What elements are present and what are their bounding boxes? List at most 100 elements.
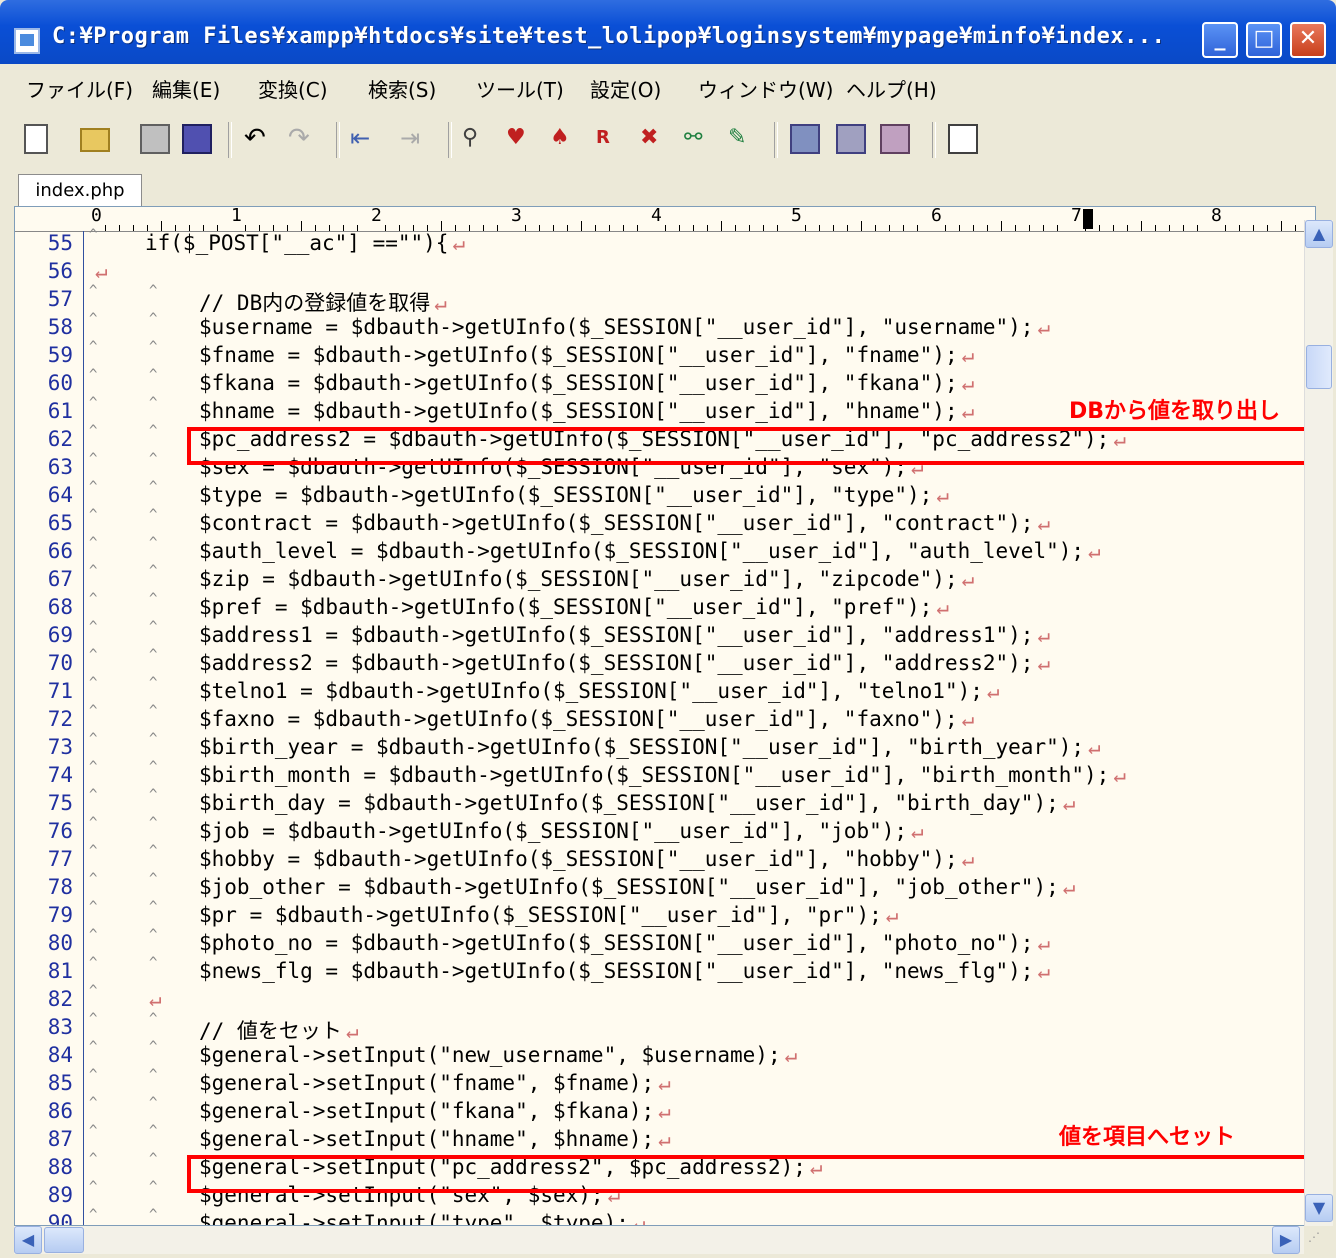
code-text: ↵: [91, 259, 108, 283]
macro-run-icon[interactable]: [836, 124, 866, 154]
find-next-icon[interactable]: ♠: [550, 124, 580, 154]
code-line[interactable]: 78 ^ ^ $job_other = $dbauth->getUInfo($_SES…: [15, 871, 1305, 903]
annotation-set-value: 値を項目へセット: [1059, 1119, 1236, 1151]
new-file-icon[interactable]: [24, 124, 48, 154]
code-content: $username = $dbauth->getUInfo($_SESSION[…: [199, 315, 1034, 339]
code-line[interactable]: 90 ^ ^ $general->setInput("type", $type); ↵: [15, 1207, 1305, 1226]
compare-icon[interactable]: ⚯: [684, 124, 714, 154]
code-line[interactable]: 82 ^ ↵: [15, 983, 1305, 1015]
code-line[interactable]: 80 ^ ^ $photo_no = $dbauth->getUInfo($_SESS…: [15, 927, 1305, 959]
save-icon[interactable]: [140, 124, 170, 154]
tab-marker-icon: ^: [149, 367, 158, 383]
maximize-button[interactable]: □: [1246, 22, 1282, 58]
code-content: $birth_year = $dbauth->getUInfo($_SESSIO…: [199, 735, 1085, 759]
code-line[interactable]: 68 ^ ^ $pref = $dbauth->getUInfo($_SESSION[…: [15, 591, 1305, 623]
menu-help[interactable]: ヘルプ(H): [846, 74, 937, 103]
jump-forward-icon[interactable]: ⇥: [400, 124, 430, 154]
code-content: $hobby = $dbauth->getUInfo($_SESSION["__…: [199, 847, 958, 871]
vertical-scroll-thumb[interactable]: [1306, 345, 1332, 389]
menu-search[interactable]: 検索(S): [368, 74, 436, 103]
horizontal-scroll-thumb[interactable]: [44, 1227, 84, 1253]
properties-icon[interactable]: [948, 124, 978, 154]
code-line[interactable]: 75 ^ ^ $birth_day = $dbauth->getUInfo($_SES…: [15, 787, 1305, 819]
replace-icon[interactable]: R: [596, 124, 626, 154]
line-number: 76: [47, 819, 73, 843]
menu-edit[interactable]: 編集(E): [152, 74, 220, 103]
line-number: 90: [47, 1211, 73, 1226]
code-line[interactable]: 65 ^ ^ $contract = $dbauth->getUInfo($_SESS…: [15, 507, 1305, 539]
tab-index-php[interactable]: index.php: [18, 174, 142, 208]
code-line[interactable]: 57 ^ ^ // DB内の登録値を取得 ↵: [15, 283, 1305, 315]
mark-icon[interactable]: ✎: [728, 124, 758, 154]
line-break-icon: ↵: [345, 1019, 359, 1043]
jump-back-icon[interactable]: ⇤: [350, 124, 380, 154]
code-line[interactable]: 70 ^ ^ $address2 = $dbauth->getUInfo($_SESS…: [15, 647, 1305, 679]
line-number: 81: [47, 959, 73, 983]
code-line[interactable]: 71 ^ ^ $telno1 = $dbauth->getUInfo($_SESSIO…: [15, 675, 1305, 707]
menu-window[interactable]: ウィンドウ(W): [698, 74, 833, 103]
grep-icon[interactable]: ✖: [640, 124, 670, 154]
code-line[interactable]: 55 ^ if($_POST["__ac"] ==""){↵: [15, 227, 1305, 259]
scroll-left-button[interactable]: ◀: [14, 1226, 42, 1254]
scroll-down-button[interactable]: ▼: [1305, 1194, 1333, 1222]
close-button[interactable]: ✕: [1290, 22, 1326, 58]
code-text: $pr = $dbauth->getUInfo($_SESSION["__use…: [199, 903, 898, 927]
line-break-icon: ↵: [1037, 959, 1051, 983]
tab-marker-icon: ^: [149, 619, 158, 635]
highlight-box-db-fetch: [187, 427, 1313, 465]
menu-convert[interactable]: 変換(C): [258, 74, 328, 103]
undo-icon[interactable]: ↶: [244, 124, 274, 154]
tab-marker-icon: ^: [149, 479, 158, 495]
horizontal-scrollbar[interactable]: ◀ ▶: [14, 1226, 1304, 1254]
tab-marker-icon: ^: [149, 395, 158, 411]
vertical-scrollbar[interactable]: ▲ ▼: [1304, 220, 1333, 1226]
open-folder-icon[interactable]: [80, 128, 110, 152]
tab-marker-icon: ^: [149, 339, 158, 355]
line-number: 65: [47, 511, 73, 535]
line-number: 66: [47, 539, 73, 563]
code-text: if($_POST["__ac"] ==""){↵: [145, 231, 465, 255]
code-line[interactable]: 77 ^ ^ $hobby = $dbauth->getUInfo($_SESSION…: [15, 843, 1305, 875]
save-all-icon[interactable]: [182, 124, 212, 154]
scroll-right-button[interactable]: ▶: [1272, 1226, 1300, 1254]
code-line[interactable]: 81 ^ ^ $news_flg = $dbauth->getUInfo($_SESS…: [15, 955, 1305, 987]
code-line[interactable]: 67 ^ ^ $zip = $dbauth->getUInfo($_SESSION["…: [15, 563, 1305, 595]
macro-record-icon[interactable]: [790, 124, 820, 154]
tab-marker-icon: ^: [149, 731, 158, 747]
code-content: $fkana = $dbauth->getUInfo($_SESSION["__…: [199, 371, 958, 395]
macro-edit-icon[interactable]: [880, 124, 910, 154]
code-line[interactable]: 76 ^ ^ $job = $dbauth->getUInfo($_SESSION["…: [15, 815, 1305, 847]
code-line[interactable]: 64 ^ ^ $type = $dbauth->getUInfo($_SESSION[…: [15, 479, 1305, 511]
resize-grip-icon[interactable]: ⋰: [1308, 1230, 1332, 1254]
code-line[interactable]: 59 ^ ^ $fname = $dbauth->getUInfo($_SESSION…: [15, 339, 1305, 371]
tab-marker-icon: ^: [149, 563, 158, 579]
code-line[interactable]: 72 ^ ^ $faxno = $dbauth->getUInfo($_SESSION…: [15, 703, 1305, 735]
menu-file[interactable]: ファイル(F): [26, 74, 133, 103]
line-break-icon: ↵: [452, 231, 466, 255]
code-line[interactable]: 85 ^ ^ $general->setInput("fname", $fname);…: [15, 1067, 1305, 1099]
minimize-button[interactable]: _: [1202, 22, 1238, 58]
code-line[interactable]: 79 ^ ^ $pr = $dbauth->getUInfo($_SESSION["_…: [15, 899, 1305, 931]
code-line[interactable]: 58 ^ ^ $username = $dbauth->getUInfo($_SESS…: [15, 311, 1305, 343]
code-line[interactable]: 74 ^ ^ $birth_month = $dbauth->getUInfo($_S…: [15, 759, 1305, 791]
code-line[interactable]: 69 ^ ^ $address1 = $dbauth->getUInfo($_SESS…: [15, 619, 1305, 651]
code-text: $fname = $dbauth->getUInfo($_SESSION["__…: [199, 343, 974, 367]
tab-marker-icon: ^: [89, 1151, 98, 1167]
find-prev-icon[interactable]: ♥: [506, 124, 536, 154]
scroll-up-button[interactable]: ▲: [1305, 220, 1333, 248]
tab-marker-icon: ^: [149, 1151, 158, 1167]
code-editor[interactable]: 012345678 55 ^ if($_POST["__ac"] ==""){↵ 56…: [14, 206, 1316, 1226]
menu-settings[interactable]: 設定(O): [590, 74, 661, 103]
redo-icon[interactable]: ↷: [288, 124, 318, 154]
code-line[interactable]: 84 ^ ^ $general->setInput("new_username", $…: [15, 1039, 1305, 1071]
code-text: $job_other = $dbauth->getUInfo($_SESSION…: [199, 875, 1075, 899]
code-line[interactable]: 56 ↵: [15, 259, 1305, 287]
code-line[interactable]: 73 ^ ^ $birth_year = $dbauth->getUInfo($_SE…: [15, 731, 1305, 763]
find-icon[interactable]: ⚲: [462, 124, 492, 154]
menu-tools[interactable]: ツール(T): [476, 74, 564, 103]
code-line[interactable]: 83 ^ ^ // 値をセット ↵: [15, 1011, 1305, 1043]
app-icon[interactable]: [14, 28, 40, 54]
line-number: 79: [47, 903, 73, 927]
code-line[interactable]: 66 ^ ^ $auth_level = $dbauth->getUInfo($_SE…: [15, 535, 1305, 567]
line-break-icon: ↵: [658, 1127, 671, 1151]
